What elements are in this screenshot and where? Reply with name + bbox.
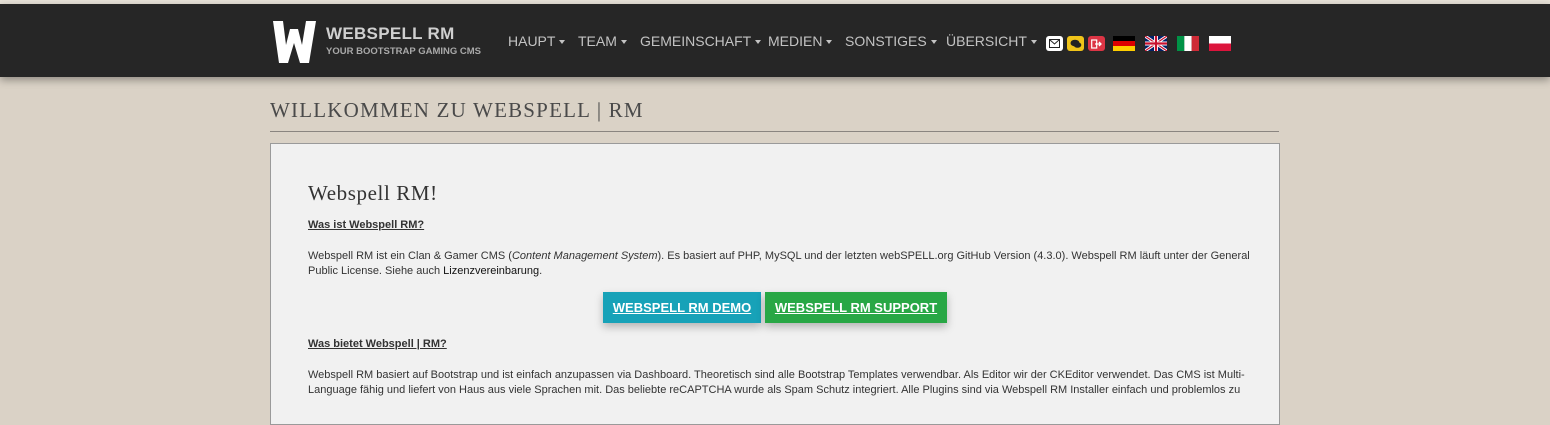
card-title: Webspell RM! [308,181,438,205]
features-paragraph: Webspell RM basiert auf Bootstrap und is… [308,369,1245,396]
caret-down-icon [559,40,566,45]
caret-down-icon [930,40,937,45]
welcome-card: Webspell RM! Was ist Webspell RM? Webspe… [270,143,1280,425]
intro-text-end: . [539,265,543,277]
nav-label: SONSTIGES [845,33,927,49]
caret-down-icon [1030,40,1037,45]
subheading-what-offers: Was bietet Webspell | RM? [308,338,447,350]
nav-item-gemeinschaft[interactable]: GEMEINSCHAFT [640,33,762,49]
logout-icon[interactable] [1088,36,1105,51]
nav-label: ÜBERSICHT [946,33,1027,49]
caret-down-icon [620,40,627,45]
flag-pl-icon[interactable] [1209,36,1231,51]
navbar: WEBSPELL RM YOUR BOOTSTRAP GAMING CMS HA… [0,4,1550,77]
support-button[interactable]: WEBSPELL RM SUPPORT [765,292,947,323]
chat-icon[interactable] [1067,36,1084,51]
nav-item-sonstiges[interactable]: SONSTIGES [845,33,937,49]
brand-tagline: YOUR BOOTSTRAP GAMING CMS [326,46,481,57]
nav-label: TEAM [578,33,617,49]
webspell-logo-icon[interactable] [270,17,318,65]
caret-down-icon [826,40,833,45]
nav-item-haupt[interactable]: HAUPT [508,33,566,49]
caret-down-icon [755,40,762,45]
intro-text-a: Webspell RM ist ein Clan & Gamer CMS ( [308,250,512,262]
nav-label: MEDIEN [768,33,823,49]
nav-item-medien[interactable]: MEDIEN [768,33,833,49]
flag-de-icon[interactable] [1113,36,1135,51]
flag-uk-icon[interactable] [1145,36,1167,51]
subheading-what-is: Was ist Webspell RM? [308,219,425,231]
intro-paragraph: Webspell RM ist ein Clan & Gamer CMS (Co… [308,249,1258,279]
nav-label: GEMEINSCHAFT [640,33,752,49]
page-title: WILLKOMMEN ZU WEBSPELL | RM [270,98,1279,132]
mail-icon[interactable] [1046,36,1063,51]
brand-name[interactable]: WEBSPELL RM [326,24,455,44]
intro-text-em: Content Management System [511,250,658,262]
demo-button[interactable]: WEBSPELL RM DEMO [603,292,761,323]
nav-label: HAUPT [508,33,556,49]
nav-item-uebersicht[interactable]: ÜBERSICHT [946,33,1037,49]
nav-item-team[interactable]: TEAM [578,33,627,49]
license-link[interactable]: Lizenzvereinbarung [443,265,539,277]
flag-it-icon[interactable] [1177,36,1199,51]
